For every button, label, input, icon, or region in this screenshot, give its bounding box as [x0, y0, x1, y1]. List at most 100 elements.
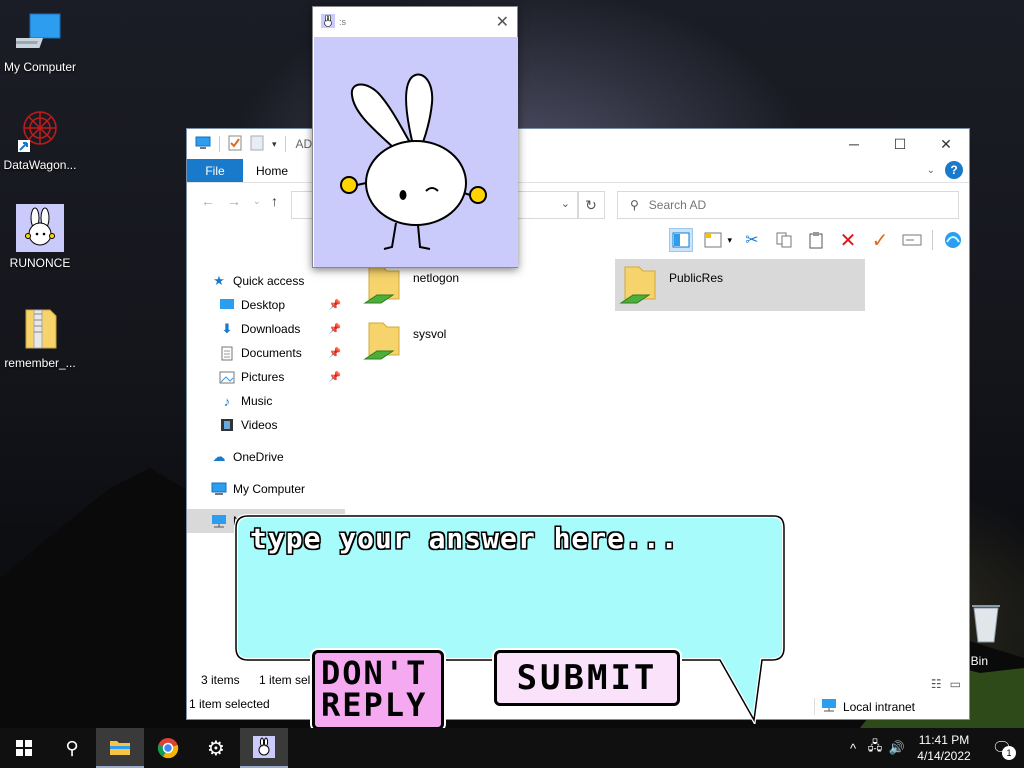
refresh-icon: ↻: [585, 196, 597, 213]
nav-label: Desktop: [241, 298, 286, 312]
submit-label: SUBMIT: [516, 658, 658, 698]
file-item-publicres[interactable]: PublicRes: [615, 259, 865, 311]
maximize-button[interactable]: ☐: [877, 129, 923, 159]
copy-button[interactable]: [772, 228, 796, 252]
shell-button[interactable]: [941, 228, 965, 252]
desktop-icon-runonce[interactable]: RUNONCE: [0, 204, 80, 270]
rename-button[interactable]: [900, 228, 924, 252]
delete-button[interactable]: ✕: [836, 228, 860, 252]
nav-label: OneDrive: [233, 450, 284, 464]
start-button[interactable]: [0, 728, 48, 768]
nav-music[interactable]: ♪ Music: [187, 389, 345, 413]
customize-quick-access-icon[interactable]: ▾: [272, 139, 277, 150]
nav-my-computer[interactable]: My Computer: [187, 477, 345, 501]
taskbar-chrome[interactable]: [144, 728, 192, 768]
network-icon[interactable]: 🖧: [864, 737, 886, 759]
file-item-sysvol[interactable]: sysvol: [359, 315, 579, 367]
view-options-button[interactable]: [701, 228, 725, 252]
view-options-dropdown-icon[interactable]: ▾: [727, 235, 732, 246]
desktop-icon-datawagon[interactable]: DataWagon...: [0, 106, 80, 172]
taskbar: ⚲ ⚙ ^ 🖧 🔊 11:41 PM 4/14/2022 🗨 1: [0, 728, 1024, 768]
desktop-icon-remember[interactable]: remember_...: [0, 304, 80, 370]
popup-titlebar[interactable]: :s: [313, 7, 517, 37]
submit-button[interactable]: SUBMIT: [494, 650, 680, 706]
dont-reply-button[interactable]: DON'T REPLY: [312, 650, 444, 730]
chevron-up-icon[interactable]: ^: [842, 741, 864, 756]
window-title: AD: [295, 137, 313, 151]
star-icon: ★: [213, 273, 225, 288]
custom-toolbar: ▾ ✂ ✕ ✓: [669, 225, 965, 255]
expand-ribbon-icon[interactable]: ⌄: [927, 165, 935, 176]
properties-checklist-icon[interactable]: [228, 135, 242, 154]
tab-file[interactable]: File: [187, 159, 243, 182]
desktop-icon-my-computer[interactable]: My Computer: [0, 8, 80, 74]
pictures-icon: [219, 369, 235, 385]
nav-videos[interactable]: Videos: [187, 413, 345, 437]
search-icon: ⚲: [630, 198, 639, 212]
paste-button[interactable]: [804, 228, 828, 252]
taskbar-file-explorer[interactable]: [96, 728, 144, 768]
tab-home[interactable]: Home: [243, 159, 301, 182]
computer-icon: [211, 481, 227, 497]
notification-badge: 1: [1002, 746, 1016, 760]
explorer-titlebar[interactable]: ▾ AD ─ ☐ ✕: [187, 129, 969, 159]
maximize-icon: ☐: [893, 135, 907, 152]
close-button[interactable]: ✕: [923, 129, 969, 159]
nav-desktop[interactable]: Desktop 📌: [187, 293, 345, 317]
taskbar-runonce[interactable]: [240, 728, 288, 768]
details-view-icon[interactable]: ☷: [931, 677, 942, 691]
close-icon[interactable]: ✕: [496, 12, 509, 32]
action-center-button[interactable]: 🗨 1: [980, 728, 1024, 768]
clock-date: 4/14/2022: [917, 749, 971, 763]
help-icon[interactable]: ?: [945, 161, 963, 179]
search-button[interactable]: ⚲: [48, 728, 96, 768]
nav-downloads[interactable]: ⬇ Downloads 📌: [187, 317, 345, 341]
clock[interactable]: 11:41 PM 4/14/2022: [908, 732, 980, 764]
minimize-icon: ─: [849, 136, 859, 152]
address-dropdown-icon[interactable]: ⌄: [561, 197, 570, 210]
network-icon: [211, 513, 227, 529]
nav-label: Music: [241, 394, 273, 408]
dont-reply-label-line1: DON'T: [321, 654, 428, 692]
nav-pictures[interactable]: Pictures 📌: [187, 365, 345, 389]
checkmark-button[interactable]: ✓: [868, 228, 892, 252]
nav-label: Downloads: [241, 322, 301, 336]
up-arrow-icon[interactable]: ↑: [271, 193, 278, 209]
desktop-icon-label: remember_...: [4, 356, 76, 370]
dont-reply-label-line2: REPLY: [321, 686, 428, 724]
new-folder-icon[interactable]: [250, 135, 264, 154]
recent-locations-icon[interactable]: ⌄: [253, 196, 261, 207]
cut-button[interactable]: ✂: [740, 228, 764, 252]
back-arrow-icon[interactable]: ←: [201, 193, 215, 209]
share-folder-icon: [619, 263, 659, 307]
system-tray: ^ 🖧 🔊 11:41 PM 4/14/2022 🗨 1: [842, 728, 1024, 768]
desktop-icon-label: DataWagon...: [3, 158, 77, 172]
nav-onedrive[interactable]: ☁ OneDrive: [187, 445, 345, 469]
file-name: PublicRes: [669, 271, 724, 285]
scissors-icon: ✂: [745, 232, 759, 249]
runonce-popup-window[interactable]: :s ✕: [312, 6, 518, 268]
search-box[interactable]: ⚲: [617, 191, 959, 219]
preview-pane-icon: [672, 232, 690, 248]
volume-icon[interactable]: 🔊: [886, 740, 908, 756]
answer-input-area[interactable]: type your answer here...: [234, 512, 786, 662]
search-input[interactable]: [648, 198, 929, 212]
nav-label: Videos: [241, 418, 278, 432]
security-zone: Local intranet: [813, 698, 915, 715]
clipboard-icon: [809, 232, 823, 249]
taskbar-settings[interactable]: ⚙: [192, 728, 240, 768]
nav-label: Pictures: [241, 370, 285, 384]
nav-quick-access[interactable]: ★ Quick access: [187, 269, 345, 293]
file-name: netlogon: [413, 271, 460, 285]
bunny-icon: [253, 736, 275, 758]
address-row: ← → ⌄ ↑ ⌄ ↻ ⚲: [187, 183, 969, 223]
nav-documents[interactable]: Documents 📌: [187, 341, 345, 365]
datawagon-icon: [16, 106, 64, 154]
minimize-button[interactable]: ─: [831, 129, 877, 159]
popup-title: :s: [339, 17, 347, 27]
preview-pane-button[interactable]: [669, 228, 694, 252]
large-icons-view-icon[interactable]: ▭: [950, 677, 961, 691]
forward-arrow-icon[interactable]: →: [227, 193, 241, 209]
search-icon: ⚲: [65, 737, 79, 758]
refresh-button[interactable]: ↻: [577, 191, 605, 219]
